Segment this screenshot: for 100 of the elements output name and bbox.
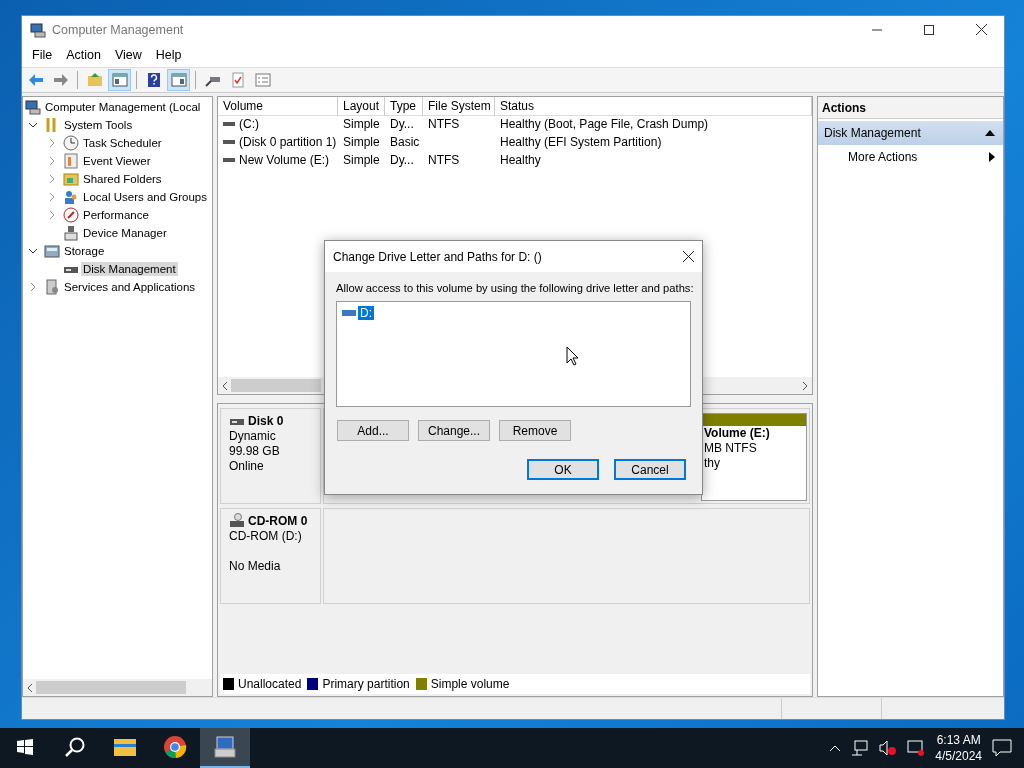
dialog-title: Change Drive Letter and Paths for D: () — [333, 249, 542, 264]
close-icon — [975, 24, 987, 35]
disk-name: CD-ROM 0 — [248, 514, 308, 528]
drive-icon — [223, 156, 235, 164]
submenu-arrow-icon — [989, 152, 995, 162]
drive-icon — [223, 120, 235, 128]
disk-status: Online — [229, 459, 265, 474]
scroll-left-icon — [221, 380, 229, 391]
legend-label: Primary partition — [322, 677, 410, 691]
table-cell: Healthy (Boot, Page File, Crash Dump) — [500, 117, 709, 131]
speaker-muted-icon — [879, 740, 898, 756]
table-cell: Healthy — [500, 153, 541, 167]
menu-item[interactable]: View — [107, 48, 149, 62]
column-header[interactable]: File System — [423, 97, 495, 116]
partition[interactable]: Volume (E:) MB NTFS thy — [701, 413, 807, 501]
collapse-chevron-icon — [28, 246, 38, 256]
scroll-right-icon — [801, 380, 809, 391]
computer-icon — [30, 21, 46, 38]
dialog-prompt: Allow access to this volume by using the following drive letter and paths: — [336, 282, 691, 294]
legend-label: Simple volume — [430, 677, 510, 691]
performance-icon — [63, 207, 79, 223]
back-arrow-icon — [27, 72, 44, 88]
users-icon — [63, 189, 79, 205]
cd-drive-icon — [229, 513, 245, 529]
tree-item[interactable]: Local Users and Groups — [81, 190, 209, 204]
table-cell: NTFS — [428, 153, 460, 167]
collapse-triangle-icon — [985, 129, 995, 137]
partition-text: MB NTFS — [703, 441, 758, 456]
clock-date[interactable]: 4/5/2024 — [935, 748, 982, 764]
action-group-header[interactable]: Disk Management — [818, 121, 1003, 145]
tree-item[interactable]: Storage — [62, 244, 107, 258]
computer-management-icon — [213, 735, 237, 759]
notification-icon — [992, 739, 1012, 757]
device-manager-icon — [63, 225, 79, 241]
action-item[interactable]: More Actions — [818, 145, 1003, 169]
tree-item[interactable]: Task Scheduler — [81, 136, 164, 150]
forward-arrow-icon — [52, 72, 69, 88]
pane-icon — [111, 72, 128, 88]
menu-item[interactable]: Action — [59, 48, 108, 62]
clock-time[interactable]: 6:13 AM — [936, 732, 981, 748]
disk-type: CD-ROM (D:) — [229, 529, 303, 544]
disk-name: Disk 0 — [248, 414, 284, 428]
table-cell: Dy... — [390, 117, 414, 131]
table-cell: Basic — [390, 135, 420, 149]
table-cell: (C:) — [239, 117, 259, 131]
dialog-button[interactable]: Change... — [418, 420, 490, 441]
tree-item[interactable]: Disk Management — [81, 262, 178, 276]
column-header[interactable]: Type — [385, 97, 423, 116]
tree-item[interactable]: Services and Applications — [62, 280, 198, 294]
table-cell: NTFS — [428, 117, 460, 131]
network-icon — [851, 740, 870, 756]
column-header[interactable]: Status — [495, 97, 812, 116]
disk-status: No Media — [229, 559, 282, 574]
table-cell: Healthy (EFI System Partition) — [500, 135, 662, 149]
tree-item[interactable]: Shared Folders — [81, 172, 164, 186]
toolbar-button[interactable] — [108, 69, 131, 91]
shared-folder-icon — [63, 171, 79, 187]
menu-item[interactable]: File — [25, 48, 60, 62]
table-cell: Simple — [343, 135, 380, 149]
services-icon — [44, 279, 60, 295]
table-cell: New Volume (E:) — [239, 153, 330, 167]
computer-icon — [25, 99, 41, 115]
browser-icon — [163, 735, 187, 759]
disk-type: Dynamic — [229, 429, 277, 444]
maximize-icon — [924, 24, 934, 35]
column-header[interactable]: Layout — [338, 97, 385, 116]
dialog-button[interactable]: OK — [527, 459, 599, 480]
legend-label: Unallocated — [238, 677, 302, 691]
table-cell: Dy... — [390, 153, 414, 167]
expand-chevron-icon — [28, 282, 38, 292]
event-viewer-icon — [63, 153, 79, 169]
dialog-button[interactable]: Remove — [499, 420, 571, 441]
partition-text: Volume (E:) — [703, 426, 771, 441]
close-icon — [683, 251, 694, 262]
table-cell: Simple — [343, 117, 380, 131]
tree-item[interactable]: Computer Management (Local — [43, 100, 203, 114]
table-cell: (Disk 0 partition 1) — [239, 135, 337, 149]
folder-icon — [113, 736, 137, 758]
tablet-icon — [907, 740, 926, 756]
storage-icon — [44, 243, 60, 259]
dialog-button[interactable]: Add... — [337, 420, 409, 441]
search-icon — [64, 736, 86, 758]
pane-icon — [170, 72, 187, 88]
drive-icon — [223, 138, 235, 146]
drive-icon — [342, 309, 356, 317]
help-icon — [145, 72, 162, 88]
scroll-left-icon — [26, 682, 34, 693]
menu-item[interactable]: Help — [148, 48, 189, 62]
column-header[interactable]: Volume — [218, 97, 338, 116]
horizontal-scrollbar[interactable] — [23, 679, 212, 696]
dialog-button[interactable]: Cancel — [614, 459, 686, 480]
partition-text: thy — [703, 456, 721, 471]
path-item[interactable]: D: — [358, 306, 374, 320]
taskbar-button[interactable] — [200, 728, 250, 768]
tree-item[interactable]: System Tools — [62, 118, 135, 132]
clock-icon — [63, 135, 79, 151]
tree-item[interactable]: Performance — [81, 208, 151, 222]
toolbar-button[interactable] — [167, 69, 190, 91]
tree-item[interactable]: Event Viewer — [81, 154, 153, 168]
tree-item[interactable]: Device Manager — [81, 226, 169, 240]
